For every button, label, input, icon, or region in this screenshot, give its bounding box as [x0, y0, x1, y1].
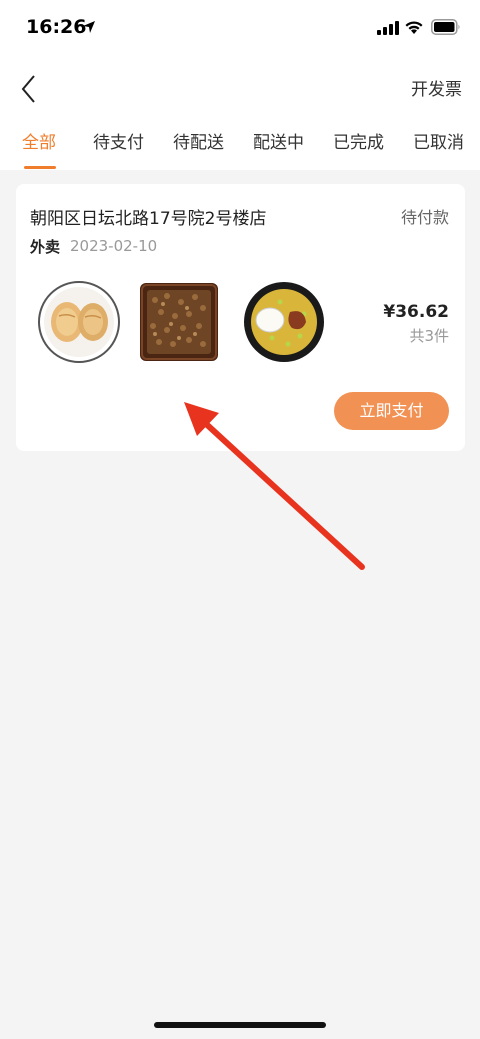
order-price: ¥36.62 [383, 302, 449, 322]
signal-icon [377, 21, 399, 35]
location-arrow-icon [83, 21, 95, 33]
tab-pending-payment[interactable]: 待支付 [93, 128, 144, 153]
order-date: 2023-02-10 [70, 237, 158, 255]
tab-completed[interactable]: 已完成 [333, 128, 384, 153]
status-time: 16:26 [26, 16, 87, 38]
food-thumbnail-rice-bowl [244, 282, 324, 362]
battery-icon [431, 19, 460, 35]
order-status: 待付款 [400, 208, 449, 227]
back-arrow-icon[interactable] [18, 74, 42, 104]
item-count: 共3件 [409, 327, 449, 345]
order-type: 外卖 [30, 238, 61, 256]
food-thumbnail-meat-tray [140, 283, 218, 361]
tab-pending-delivery[interactable]: 待配送 [173, 128, 224, 153]
active-tab-indicator [24, 166, 56, 169]
home-indicator[interactable] [154, 1022, 326, 1028]
order-tabs: 全部 待支付 待配送 配送中 已完成 已取消 [0, 128, 480, 170]
wifi-icon [405, 21, 423, 34]
header-area: 16:26 开发票 全部 待支付 待配送 配送中 已完成 已取消 [0, 0, 480, 170]
tab-cancelled[interactable]: 已取消 [413, 128, 464, 153]
order-card[interactable]: 朝阳区日坛北路17号院2号楼店 待付款 外卖 2023-02-10 ¥36.62… [16, 184, 465, 451]
tab-all[interactable]: 全部 [22, 128, 56, 153]
food-thumbnail-pancakes [38, 281, 120, 363]
pay-now-button[interactable]: 立即支付 [334, 392, 449, 430]
invoice-button[interactable]: 开发票 [411, 75, 462, 100]
store-name: 朝阳区日坛北路17号院2号楼店 [30, 209, 267, 229]
tab-delivering[interactable]: 配送中 [253, 128, 304, 153]
